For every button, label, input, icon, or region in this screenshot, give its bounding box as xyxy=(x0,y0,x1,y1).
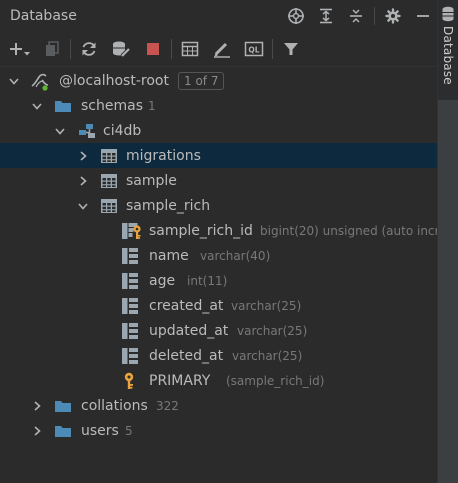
tree-row-column[interactable]: name varchar(40) xyxy=(0,243,438,268)
table-label: sample_rich xyxy=(126,197,211,214)
data-source-properties-icon[interactable] xyxy=(105,31,137,66)
key-name: PRIMARY xyxy=(149,372,211,389)
table-label: migrations xyxy=(126,147,201,164)
schema-label: ci4db xyxy=(103,122,142,139)
column-name: name xyxy=(149,247,189,264)
table-icon xyxy=(100,168,118,193)
refresh-icon[interactable] xyxy=(73,31,105,66)
folder-icon xyxy=(54,393,72,418)
tree-row-schemas[interactable]: schemas 1 xyxy=(0,93,438,118)
tree-row-table-sample[interactable]: sample xyxy=(0,168,438,193)
tree-row-column[interactable]: deleted_at varchar(25) xyxy=(0,343,438,368)
chevron-right-icon[interactable] xyxy=(77,168,89,193)
column-name: deleted_at xyxy=(149,347,224,364)
primary-key-column-icon xyxy=(121,218,143,243)
chevron-down-icon[interactable] xyxy=(54,118,66,143)
add-icon[interactable] xyxy=(4,31,36,66)
datasource-label: @localhost-root xyxy=(59,72,169,89)
duplicate-icon[interactable] xyxy=(36,31,68,66)
table-icon xyxy=(100,193,118,218)
tree-row-key[interactable]: PRIMARY (sample_rich_id) xyxy=(0,368,438,393)
column-icon xyxy=(121,343,141,368)
database-tool-tab-label: Database xyxy=(441,26,455,85)
tree-row-users[interactable]: users 5 xyxy=(0,418,438,443)
mysql-datasource-icon xyxy=(30,68,52,93)
database-icon xyxy=(441,6,455,26)
separator xyxy=(70,38,71,59)
chevron-down-icon[interactable] xyxy=(77,193,89,218)
database-tool-tab[interactable]: Database xyxy=(438,0,458,100)
table-label: sample xyxy=(126,172,177,189)
column-type: varchar(40) xyxy=(200,248,271,263)
header-actions xyxy=(281,0,438,31)
collapse-all-icon[interactable] xyxy=(341,0,371,31)
query-console-icon[interactable]: QL xyxy=(238,31,270,66)
tree-row-datasource[interactable]: @localhost-root 1 of 7 xyxy=(0,68,438,93)
table-editor-icon[interactable] xyxy=(174,31,206,66)
column-type: int(11) xyxy=(187,273,228,288)
column-icon xyxy=(121,293,141,318)
database-tree: @localhost-root 1 of 7 schemas 1 ci4db m… xyxy=(0,68,440,443)
column-type: varchar(25) xyxy=(231,298,302,313)
minimize-icon[interactable] xyxy=(408,0,438,31)
tree-row-column[interactable]: created_at varchar(25) xyxy=(0,293,438,318)
tree-row-collations[interactable]: collations 322 xyxy=(0,393,438,418)
separator xyxy=(272,38,273,59)
settings-gear-icon[interactable] xyxy=(378,0,408,31)
chevron-down-icon[interactable] xyxy=(8,68,20,93)
expand-all-icon[interactable] xyxy=(311,0,341,31)
column-icon xyxy=(121,243,141,268)
separator xyxy=(374,6,375,25)
column-type: varchar(25) xyxy=(232,348,303,363)
toolbar: QL xyxy=(0,31,438,67)
chevron-right-icon[interactable] xyxy=(77,143,89,168)
column-icon xyxy=(121,268,141,293)
chevron-right-icon[interactable] xyxy=(31,418,43,443)
column-type: varchar(25) xyxy=(237,323,308,338)
edit-icon[interactable] xyxy=(206,31,238,66)
panel-title: Database xyxy=(10,7,77,24)
column-name: created_at xyxy=(149,297,224,314)
schema-icon xyxy=(77,118,97,143)
svg-text:QL: QL xyxy=(248,45,259,54)
column-name: age xyxy=(149,272,176,289)
datasource-badge: 1 of 7 xyxy=(178,72,225,90)
folder-icon xyxy=(54,93,72,118)
filter-icon[interactable] xyxy=(275,31,307,66)
column-name: sample_rich_id xyxy=(149,222,253,239)
tree-row-schema[interactable]: ci4db xyxy=(0,118,438,143)
users-count: 5 xyxy=(125,423,133,438)
separator xyxy=(171,38,172,59)
chevron-down-icon[interactable] xyxy=(31,93,43,118)
tree-row-table-migrations[interactable]: migrations xyxy=(0,143,438,168)
chevron-right-icon[interactable] xyxy=(31,393,43,418)
panel-header: Database xyxy=(0,0,438,31)
users-label: users xyxy=(81,422,119,439)
tree-row-table-sample-rich[interactable]: sample_rich xyxy=(0,193,438,218)
key-icon xyxy=(122,368,138,393)
tree-row-column[interactable]: sample_rich_id bigint(20) unsigned (auto… xyxy=(0,218,440,243)
collations-label: collations xyxy=(81,397,148,414)
column-icon xyxy=(121,318,141,343)
folder-icon xyxy=(54,418,72,443)
schemas-count: 1 xyxy=(148,98,156,113)
tree-row-column[interactable]: updated_at varchar(25) xyxy=(0,318,438,343)
locate-icon[interactable] xyxy=(281,0,311,31)
key-detail: (sample_rich_id) xyxy=(226,373,325,388)
column-type: bigint(20) unsigned (auto incr xyxy=(260,223,440,238)
collations-count: 322 xyxy=(156,398,179,413)
table-icon xyxy=(100,143,118,168)
column-name: updated_at xyxy=(149,322,229,339)
stop-icon[interactable] xyxy=(137,31,169,66)
schemas-label: schemas xyxy=(81,97,143,114)
tree-row-column[interactable]: age int(11) xyxy=(0,268,438,293)
tool-window-strip: Database xyxy=(437,0,458,483)
